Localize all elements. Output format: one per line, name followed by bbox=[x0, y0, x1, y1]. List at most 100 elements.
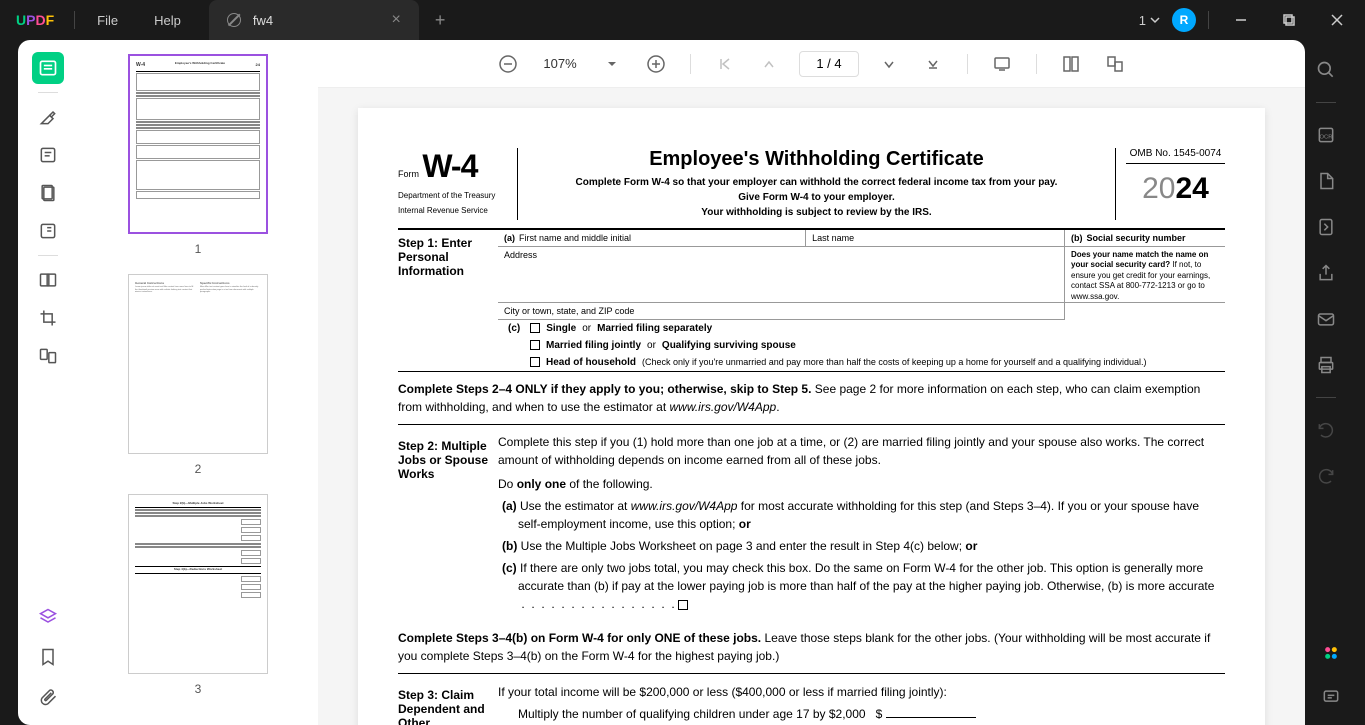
two-jobs-checkbox[interactable] bbox=[678, 600, 688, 610]
thumbnail-label: 3 bbox=[195, 682, 202, 696]
pdf-page-1: Form W-4 Department of the Treasury Inte… bbox=[358, 108, 1265, 725]
step-1-label: Step 1: Enter Personal Information bbox=[398, 230, 498, 371]
highlight-tool-button[interactable] bbox=[32, 101, 64, 133]
zoom-dropdown-button[interactable] bbox=[598, 50, 626, 78]
department-line-1: Department of the Treasury bbox=[398, 191, 509, 200]
thumbnail-label: 1 bbox=[195, 242, 202, 256]
first-name-field[interactable]: (a)First name and middle initial bbox=[498, 230, 806, 246]
divider bbox=[1208, 11, 1209, 29]
crop-tool-button[interactable] bbox=[32, 302, 64, 334]
document-tab[interactable]: fw4 × bbox=[209, 0, 419, 40]
form-subtitle-2: Give Form W-4 to your employer. bbox=[534, 190, 1099, 205]
page-layout-button[interactable] bbox=[1057, 50, 1085, 78]
window-count[interactable]: 1 bbox=[1139, 13, 1164, 28]
zoom-level: 107% bbox=[538, 56, 582, 71]
divider bbox=[38, 255, 58, 256]
next-page-button[interactable] bbox=[875, 50, 903, 78]
step-3-4-instruction: Complete Steps 3–4(b) on Form W-4 for on… bbox=[398, 621, 1225, 673]
form-label: Form bbox=[398, 169, 419, 179]
page-thumbnail-1[interactable]: W-4Employee's Withholding Certificate24 bbox=[128, 54, 268, 234]
filing-status-joint[interactable]: Married filing jointly or Qualifying sur… bbox=[498, 337, 1225, 354]
convert-button[interactable] bbox=[1310, 165, 1342, 197]
tab-close-button[interactable]: × bbox=[388, 11, 405, 29]
divider bbox=[1316, 397, 1336, 398]
thumbnail-panel: W-4Employee's Withholding Certificate24 … bbox=[78, 40, 318, 725]
page-tool-button[interactable] bbox=[32, 177, 64, 209]
zoom-in-button[interactable] bbox=[642, 50, 670, 78]
last-name-field[interactable]: Last name bbox=[806, 230, 1065, 246]
filing-status-hoh[interactable]: Head of household (Check only if you're … bbox=[498, 354, 1225, 371]
form-year: 2024 bbox=[1126, 172, 1225, 206]
menu-help[interactable]: Help bbox=[136, 13, 199, 28]
thumbnail-label: 2 bbox=[195, 462, 202, 476]
email-button[interactable] bbox=[1310, 303, 1342, 335]
ssn-field[interactable]: (b)Social security number bbox=[1065, 230, 1225, 246]
first-page-button[interactable] bbox=[711, 50, 739, 78]
divider bbox=[1316, 102, 1336, 103]
reader-mode-button[interactable] bbox=[32, 52, 64, 84]
name-match-note: Does your name match the name on your so… bbox=[1065, 247, 1225, 302]
undo-button[interactable] bbox=[1310, 414, 1342, 446]
filing-status-single[interactable]: (c)Single or Married filing separately bbox=[498, 320, 1225, 337]
svg-text:OCR: OCR bbox=[1320, 134, 1333, 140]
compare-view-button[interactable] bbox=[1101, 50, 1129, 78]
divider bbox=[690, 54, 691, 74]
comment-button[interactable] bbox=[1315, 681, 1347, 713]
page-thumbnail-2[interactable]: General InstructionsLorem ipsum dolor si… bbox=[128, 274, 268, 454]
form-title: Employee's Withholding Certificate bbox=[534, 148, 1099, 171]
form-subtitle-1: Complete Form W-4 so that your employer … bbox=[534, 175, 1099, 190]
compress-button[interactable] bbox=[1310, 211, 1342, 243]
menu-file[interactable]: File bbox=[79, 13, 136, 28]
checkbox-icon[interactable] bbox=[530, 340, 540, 350]
titlebar: UPDF File Help fw4 × + 1 R bbox=[0, 0, 1365, 40]
right-toolbar: OCR bbox=[1305, 40, 1347, 492]
ocr-button[interactable]: OCR bbox=[1310, 119, 1342, 151]
divider bbox=[38, 92, 58, 93]
step-3-label: Step 3: Claim Dependent and Other bbox=[398, 682, 498, 725]
user-avatar[interactable]: R bbox=[1172, 8, 1196, 32]
print-button[interactable] bbox=[1310, 349, 1342, 381]
tab-title: fw4 bbox=[253, 13, 388, 28]
document-viewport[interactable]: Form W-4 Department of the Treasury Inte… bbox=[318, 88, 1305, 725]
divider bbox=[967, 54, 968, 74]
share-button[interactable] bbox=[1310, 257, 1342, 289]
address-field[interactable]: Address bbox=[498, 247, 1065, 302]
department-line-2: Internal Revenue Service bbox=[398, 206, 509, 215]
close-button[interactable] bbox=[1317, 0, 1357, 40]
checkbox-icon[interactable] bbox=[530, 323, 540, 333]
main-content-area: 107% Form W-4 Department of the Tre bbox=[318, 40, 1305, 725]
omb-number: OMB No. 1545-0074 bbox=[1126, 148, 1225, 164]
step-2-body: Complete this step if you (1) hold more … bbox=[498, 433, 1225, 613]
ai-assistant-button[interactable] bbox=[1315, 637, 1347, 669]
minimize-button[interactable] bbox=[1221, 0, 1261, 40]
left-toolbar bbox=[18, 40, 78, 725]
document-icon bbox=[227, 13, 241, 27]
search-button[interactable] bbox=[1310, 54, 1342, 86]
last-page-button[interactable] bbox=[919, 50, 947, 78]
attachment-button[interactable] bbox=[32, 681, 64, 713]
compare-tool-button[interactable] bbox=[32, 340, 64, 372]
city-field[interactable]: City or town, state, and ZIP code bbox=[498, 303, 1065, 320]
redo-button[interactable] bbox=[1310, 460, 1342, 492]
zoom-out-button[interactable] bbox=[494, 50, 522, 78]
layers-button[interactable] bbox=[32, 601, 64, 633]
organize-pages-button[interactable] bbox=[32, 264, 64, 296]
form-subtitle-3: Your withholding is subject to review by… bbox=[534, 205, 1099, 220]
new-tab-button[interactable]: + bbox=[435, 10, 446, 31]
maximize-button[interactable] bbox=[1269, 0, 1309, 40]
checkbox-icon[interactable] bbox=[530, 357, 540, 367]
step-2-4-instruction: Complete Steps 2–4 ONLY if they apply to… bbox=[398, 372, 1225, 424]
presentation-button[interactable] bbox=[988, 50, 1016, 78]
divider bbox=[74, 11, 75, 29]
document-toolbar: 107% bbox=[318, 40, 1305, 88]
page-number-input[interactable] bbox=[799, 51, 859, 77]
children-amount-field[interactable] bbox=[886, 717, 976, 718]
step-3-body: If your total income will be $200,000 or… bbox=[498, 682, 1225, 725]
page-thumbnail-3[interactable]: Step 2(b)—Multiple Jobs Worksheet Step 4… bbox=[128, 494, 268, 674]
form-tool-button[interactable] bbox=[32, 215, 64, 247]
bookmark-button[interactable] bbox=[32, 641, 64, 673]
edit-text-button[interactable] bbox=[32, 139, 64, 171]
form-number: W-4 bbox=[422, 148, 477, 184]
prev-page-button[interactable] bbox=[755, 50, 783, 78]
app-logo: UPDF bbox=[0, 12, 70, 28]
